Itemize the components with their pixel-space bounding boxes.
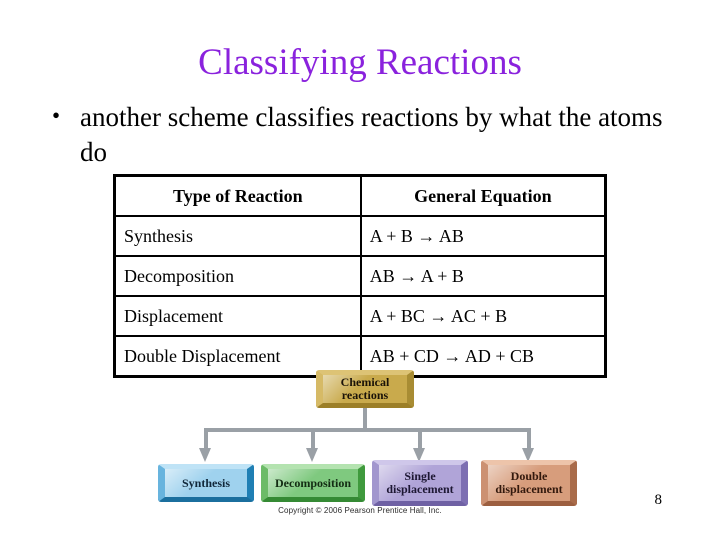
cell-reaction-type: Decomposition	[113, 255, 362, 297]
diagram-box-chemical-reactions: Chemical reactions	[316, 370, 414, 408]
bullet-text: another scheme classifies reactions by w…	[80, 100, 682, 170]
bullet-marker-icon: •	[52, 103, 61, 128]
page-title: Classifying Reactions	[198, 42, 522, 83]
bullet-line-1: another scheme classifies reactions by w…	[80, 102, 552, 132]
cell-general-equation: AB → A + B	[359, 255, 607, 297]
cell-reaction-type: Synthesis	[113, 215, 362, 257]
cell-reaction-type: Displacement	[113, 295, 362, 337]
diagram-box-label: Double displacement	[495, 470, 562, 495]
diagram-box-label: Decomposition	[275, 475, 351, 490]
list-item: • another scheme classifies reactions by…	[52, 100, 682, 170]
column-header-type-of-reaction: Type of Reaction	[113, 174, 362, 217]
diagram-box-double-displacement: Double displacement	[481, 460, 577, 506]
diagram-box-line-2: displacement	[495, 482, 563, 496]
table-row: Synthesis A + B → AB	[113, 215, 607, 257]
reaction-classification-diagram: Chemical reactions Synthesis Decompositi…	[0, 368, 720, 528]
column-header-general-equation: General Equation	[359, 174, 607, 217]
diagram-box-synthesis: Synthesis	[158, 464, 254, 502]
reaction-types-table: Type of Reaction General Equation Synthe…	[113, 174, 607, 378]
diagram-box-line-2: reactions	[341, 388, 389, 402]
bullet-list: • another scheme classifies reactions by…	[52, 100, 682, 170]
diagram-box-label: Synthesis	[181, 475, 231, 490]
diagram-box-single-displacement: Single displacement	[372, 460, 468, 506]
slide-page-number: 8	[654, 492, 663, 508]
diagram-box-line-2: displacement	[386, 482, 454, 496]
diagram-box-label: Chemical reactions	[341, 376, 390, 401]
cell-general-equation: A + BC → AC + B	[359, 295, 607, 337]
diagram-box-label: Single displacement	[386, 470, 453, 495]
table-row: Decomposition AB → A + B	[113, 255, 607, 297]
copyright-notice: Copyright © 2006 Pearson Prentice Hall, …	[278, 506, 442, 515]
table-row: Displacement A + BC → AC + B	[113, 295, 607, 337]
cell-general-equation: A + B → AB	[359, 215, 607, 257]
diagram-box-decomposition: Decomposition	[261, 464, 365, 502]
table-header-row: Type of Reaction General Equation	[113, 174, 607, 217]
